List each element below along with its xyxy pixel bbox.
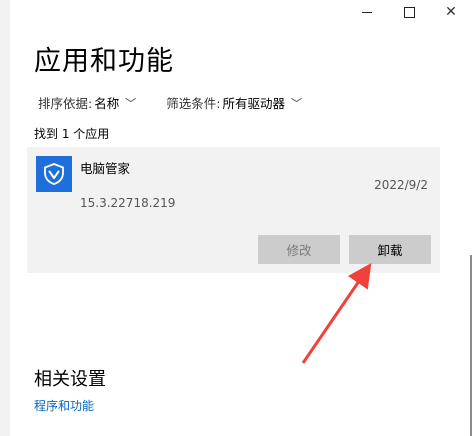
related-settings-heading: 相关设置 bbox=[34, 369, 106, 390]
scrollbar[interactable] bbox=[470, 255, 472, 436]
programs-features-link[interactable]: 程序和功能 bbox=[34, 397, 94, 414]
